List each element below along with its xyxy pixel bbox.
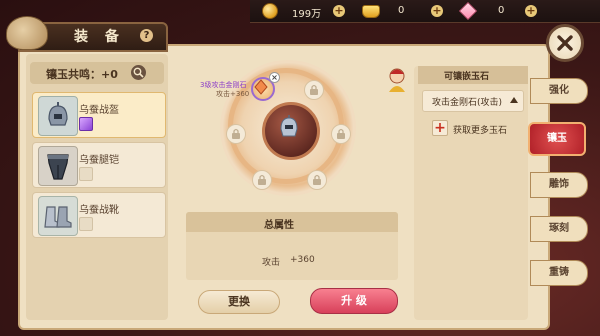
lock-icon[interactable] xyxy=(226,124,246,144)
help-button[interactable]: ? xyxy=(140,29,153,42)
leggings-icon xyxy=(38,146,78,186)
coin-amount: 199万 xyxy=(292,9,322,20)
lock-icon[interactable] xyxy=(307,170,327,190)
helmet-icon xyxy=(38,96,78,136)
diamond-gem-icon xyxy=(254,79,268,95)
equipment-item-boots[interactable]: 乌蚕战靴 xyxy=(32,192,166,238)
equipment-name: 乌蚕战盔 xyxy=(79,105,119,116)
close-button[interactable] xyxy=(546,24,584,62)
tab-inlay[interactable]: 镶玉 xyxy=(528,122,586,156)
tab-engrave[interactable]: 琢刻 xyxy=(530,216,588,242)
add-gems-button[interactable]: + xyxy=(525,5,537,17)
gem-currency-icon xyxy=(458,1,478,21)
upgrade-button[interactable]: 升 级 xyxy=(310,288,398,314)
attribute-name: 攻击 xyxy=(262,258,281,268)
add-ingots-button[interactable]: + xyxy=(431,5,443,17)
lock-icon[interactable] xyxy=(304,80,324,100)
ingot-amount: 0 xyxy=(398,5,405,16)
cloud-ornament-icon xyxy=(6,16,48,50)
empty-gem-slot xyxy=(79,217,93,231)
gem-bonus-label: 攻击+360 xyxy=(216,90,250,98)
selected-gem-label: 攻击金刚石(攻击) xyxy=(432,98,503,108)
triangle-up-icon xyxy=(510,97,518,103)
coin-currency xyxy=(262,2,278,20)
gem-currency xyxy=(458,1,478,21)
equipment-item-leggings[interactable]: 乌蚕腿铠 xyxy=(32,142,166,188)
empty-gem-slot xyxy=(79,167,93,181)
add-coins-button[interactable]: + xyxy=(333,5,345,17)
socketed-gem-icon xyxy=(79,117,93,131)
ingot-currency xyxy=(362,2,380,20)
attributes-title: 总属性 xyxy=(264,220,294,231)
lock-icon[interactable] xyxy=(331,124,351,144)
resonance-label: 镶玉共鸣：+0 xyxy=(46,68,118,81)
gem-panel-title: 可镶嵌玉石 xyxy=(444,72,490,82)
panel-title: 装 备 xyxy=(74,29,125,45)
character-avatar-icon xyxy=(385,66,409,94)
lock-icon[interactable] xyxy=(252,170,272,190)
get-more-gems-link[interactable]: 获取更多玉石 xyxy=(453,123,507,136)
equipment-name: 乌蚕战靴 xyxy=(79,205,119,216)
tab-strengthen[interactable]: 强化 xyxy=(530,78,588,104)
close-icon xyxy=(557,35,573,51)
boots-icon xyxy=(38,196,78,236)
equipment-item-helmet[interactable]: 乌蚕战盔 xyxy=(32,92,166,138)
ingot-icon xyxy=(362,4,380,18)
remove-gem-button[interactable]: × xyxy=(269,72,280,83)
coin-icon xyxy=(262,3,278,19)
plus-icon[interactable]: + xyxy=(432,120,448,136)
tab-carve[interactable]: 雕饰 xyxy=(530,172,588,198)
equipment-name: 乌蚕腿铠 xyxy=(79,155,119,166)
tab-reforge[interactable]: 重铸 xyxy=(530,260,588,286)
helmet-icon xyxy=(280,115,298,137)
attribute-value: +360 xyxy=(290,255,315,265)
search-button[interactable] xyxy=(131,65,146,80)
gem-amount: 0 xyxy=(498,5,505,16)
swap-button[interactable]: 更换 xyxy=(198,290,280,314)
search-icon xyxy=(133,67,144,78)
